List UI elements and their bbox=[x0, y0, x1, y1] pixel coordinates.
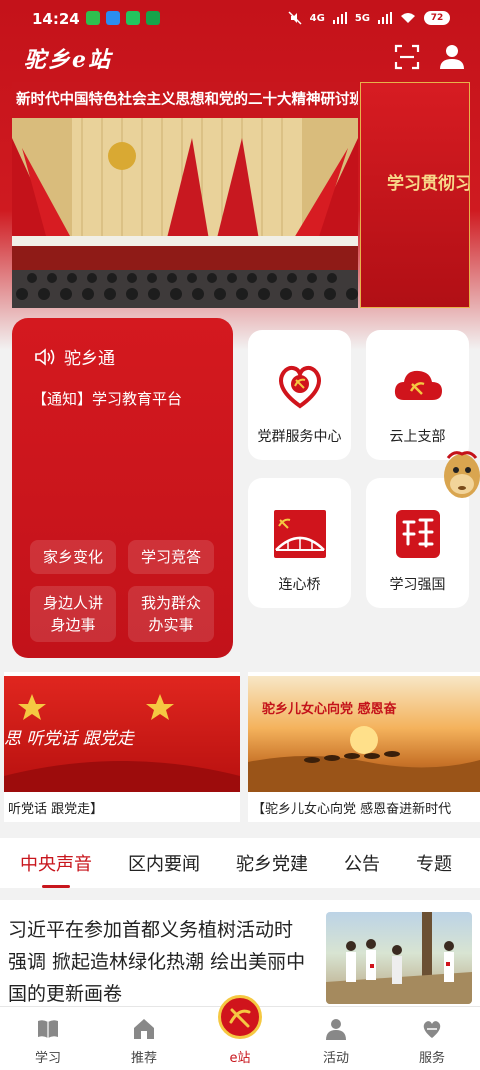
nav-study[interactable]: 学习 bbox=[0, 1007, 96, 1070]
nav-recommend[interactable]: 推荐 bbox=[96, 1007, 192, 1070]
service-tile-party-service-center[interactable]: 党群服务中心 bbox=[248, 330, 351, 460]
feature-banner-text: 思 听党话 跟党走 bbox=[4, 729, 134, 749]
tab-announcements[interactable]: 公告 bbox=[344, 838, 380, 888]
quick-button-label: 学习竞答 bbox=[140, 548, 201, 566]
feature-card-listen-to-party[interactable]: 思 听党话 跟党走 听党话 跟党走】 bbox=[4, 672, 240, 822]
quick-button-label: 身边事 bbox=[50, 616, 96, 634]
service-tile-bridge[interactable]: 连心桥 bbox=[248, 478, 351, 608]
service-label: 连心桥 bbox=[278, 577, 321, 593]
feature-caption: 听党话 跟党走】 bbox=[8, 802, 104, 817]
nav-label: 活动 bbox=[322, 1051, 349, 1066]
notification-icons bbox=[86, 11, 160, 25]
service-label: 云上支部 bbox=[389, 429, 446, 445]
quick-button-label: 家乡变化 bbox=[42, 548, 103, 566]
feature-banner-text: 驼乡儿女心向党 感恩奋 bbox=[262, 702, 397, 717]
next-banner-title: 学习贯彻习 bbox=[387, 174, 470, 194]
quick-button-serve-people[interactable]: 我为群众 办实事 bbox=[128, 586, 214, 642]
banner-photo bbox=[12, 118, 358, 308]
nav-label: 学习 bbox=[34, 1051, 61, 1066]
next-banner-peek[interactable]: 学习贯彻习 bbox=[360, 82, 470, 308]
app-notification-icon bbox=[126, 11, 140, 25]
battery-indicator: 72 bbox=[424, 11, 450, 25]
bridge-icon bbox=[274, 510, 326, 558]
tab-topics[interactable]: 专题 bbox=[416, 838, 452, 888]
feature-caption: 【驼乡儿女心向党 感恩奋进新时代 bbox=[252, 802, 452, 817]
tree-planting-photo bbox=[326, 912, 472, 1004]
app-notification-icon bbox=[146, 11, 160, 25]
quick-button-local-stories[interactable]: 身边人讲 身边事 bbox=[30, 586, 116, 642]
nav-label: 推荐 bbox=[130, 1051, 157, 1066]
tab-district-news[interactable]: 区内要闻 bbox=[128, 838, 200, 888]
app-notification-icon bbox=[86, 11, 100, 25]
service-label: 学习强国 bbox=[389, 577, 446, 593]
speaker-icon bbox=[35, 347, 55, 366]
status-right: 4G 5G 72 bbox=[288, 11, 450, 25]
article-thumbnail bbox=[326, 912, 472, 1004]
person-icon bbox=[326, 1019, 346, 1040]
quick-button-label: 办实事 bbox=[148, 616, 194, 634]
hero-banner[interactable]: 新时代中国特色社会主义思想和党的二十大精神研讨班 bbox=[12, 82, 358, 308]
party-emblem-icon bbox=[218, 995, 262, 1039]
cloud-party-icon bbox=[394, 370, 442, 400]
signal-4g-label: 4G bbox=[309, 12, 325, 24]
home-icon bbox=[134, 1019, 154, 1039]
camel-mascot-icon[interactable] bbox=[440, 446, 480, 508]
signal-bars-icon bbox=[378, 12, 392, 24]
scan-icon[interactable] bbox=[394, 44, 420, 70]
nav-estation[interactable]: e站 bbox=[192, 995, 288, 1070]
notice-text[interactable]: 【通知】学习教育平台 bbox=[32, 388, 182, 409]
feature-card-gratitude[interactable]: 驼乡儿女心向党 感恩奋 【驼乡儿女心向党 感恩奋进新时代 bbox=[248, 672, 480, 822]
tab-central-voice[interactable]: 中央声音 bbox=[20, 838, 92, 888]
service-tile-cloud-branch[interactable]: 云上支部 bbox=[366, 330, 469, 460]
xuexi-qiangguo-icon bbox=[396, 510, 440, 558]
signal-bars-icon bbox=[332, 12, 347, 24]
news-tabs: 中央声音 区内要闻 驼乡党建 公告 专题 bbox=[0, 838, 480, 888]
app-logo: 驼乡e站 bbox=[24, 47, 112, 73]
banner-title: 新时代中国特色社会主义思想和党的二十大精神研讨班 bbox=[12, 82, 358, 118]
conference-stage-illustration bbox=[12, 118, 358, 308]
notice-header: 驼乡通 bbox=[34, 344, 115, 369]
status-time: 14:24 bbox=[32, 10, 80, 28]
nav-label: 服务 bbox=[418, 1051, 445, 1066]
notice-card: 驼乡通 【通知】学习教育平台 家乡变化 学习竞答 身边人讲 身边事 我为群众 办… bbox=[12, 318, 233, 658]
quick-button-hometown-changes[interactable]: 家乡变化 bbox=[30, 540, 116, 574]
signal-5g-label: 5G bbox=[354, 12, 370, 24]
quick-button-quiz[interactable]: 学习竞答 bbox=[128, 540, 214, 574]
nav-activities[interactable]: 活动 bbox=[288, 1007, 384, 1070]
quick-button-label: 我为群众 bbox=[140, 594, 201, 612]
app-bar: 驼乡e站 bbox=[0, 38, 480, 80]
nav-services[interactable]: 服务 bbox=[384, 1007, 480, 1070]
news-article[interactable]: 习近平在参加首都义务植树活动时强调 掀起造林绿化热潮 绘出美丽中国的更新画卷 bbox=[0, 900, 480, 1010]
notice-heading: 驼乡通 bbox=[64, 349, 115, 369]
bottom-navigation: 学习 推荐 e站 活动 服务 bbox=[0, 995, 480, 1070]
tab-party-building[interactable]: 驼乡党建 bbox=[236, 838, 308, 888]
feature-image: 思 听党话 跟党走 bbox=[4, 676, 240, 792]
user-profile-icon[interactable] bbox=[438, 42, 466, 70]
feature-image: 驼乡儿女心向党 感恩奋 bbox=[248, 676, 480, 792]
app-notification-icon bbox=[106, 11, 120, 25]
nav-label: e站 bbox=[229, 1051, 251, 1066]
mute-icon bbox=[288, 11, 302, 25]
status-bar: 14:24 4G 5G 72 bbox=[0, 0, 480, 38]
heart-hands-icon bbox=[423, 1021, 441, 1038]
desert-sunset-art bbox=[248, 726, 480, 792]
quick-button-label: 身边人讲 bbox=[42, 594, 103, 612]
book-icon bbox=[38, 1020, 58, 1038]
wifi-icon bbox=[401, 13, 415, 23]
service-label: 党群服务中心 bbox=[257, 429, 342, 445]
heart-party-icon bbox=[279, 365, 321, 409]
article-title: 习近平在参加首都义务植树活动时强调 掀起造林绿化热潮 绘出美丽中国的更新画卷 bbox=[8, 919, 306, 1005]
